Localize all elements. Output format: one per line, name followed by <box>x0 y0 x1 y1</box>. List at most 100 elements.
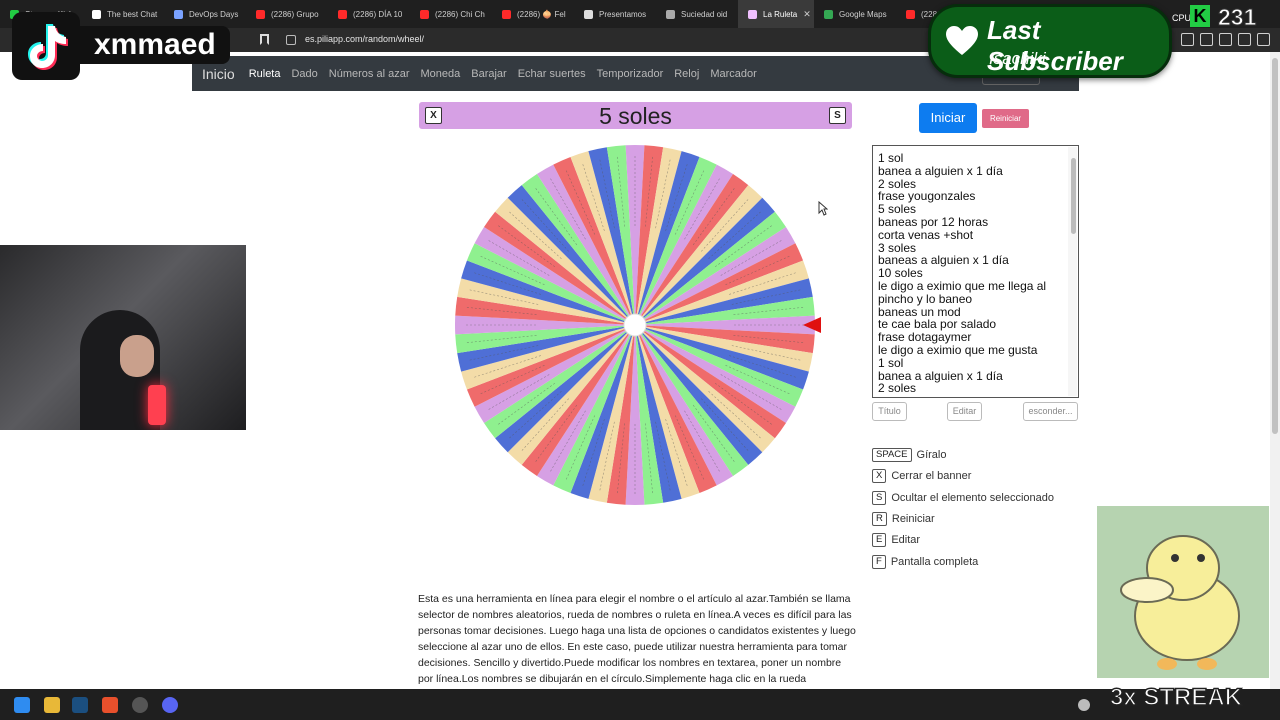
tab-label: Presentamos <box>599 9 647 19</box>
tab-favicon-icon <box>824 9 833 19</box>
brave-icon[interactable] <box>102 697 118 713</box>
cloud-icon[interactable] <box>1078 699 1090 711</box>
list-line: banea a alguien x 1 día <box>878 163 1003 178</box>
close-tab-icon[interactable]: ✕ <box>803 9 811 20</box>
tab-label: (2286) Grupo <box>271 9 319 19</box>
tab-favicon-icon <box>338 9 347 19</box>
wheel-hub[interactable] <box>623 313 647 337</box>
browser-tab[interactable]: Presentamos <box>574 0 656 28</box>
vpn-icon[interactable] <box>1238 33 1251 46</box>
obs-icon[interactable] <box>132 697 148 713</box>
tab-label: (2286) DÍA 10 <box>353 9 403 19</box>
list-line: corta venas +shot <box>878 227 974 242</box>
browser-tab[interactable]: Google Maps <box>814 0 896 28</box>
nav-item[interactable]: Dado <box>291 68 317 80</box>
browser-tab[interactable]: (2286) Grupo <box>246 0 328 28</box>
duck-sticker <box>1097 506 1269 678</box>
shortcut-row: X Cerrar el banner <box>872 469 972 484</box>
tab-favicon-icon <box>666 9 675 19</box>
kick-icon: K <box>1190 5 1210 27</box>
webcam-face <box>120 335 154 377</box>
shortcut-key: E <box>872 533 887 548</box>
hide-button[interactable]: esconder... <box>1023 402 1078 421</box>
nav-items: Ruleta Dado Números al azar Moneda Barajar Ec… <box>249 68 768 80</box>
page-scrollbar[interactable] <box>1270 52 1280 689</box>
tab-favicon-icon <box>584 9 593 19</box>
list-line: 2 soles <box>878 381 917 396</box>
cpu-viewer-overlay: CPU K 231 <box>1172 4 1280 31</box>
windows-start-icon[interactable] <box>14 697 30 713</box>
shortcut-row: R Reiniciar <box>872 511 935 526</box>
shortcut-key: S <box>872 490 887 505</box>
last-subscriber-widget: Last Subscriber Isachiki <box>928 4 1172 78</box>
bookmark-icon[interactable] <box>260 34 269 45</box>
webcam-red-light <box>148 385 166 425</box>
viewer-count: 231 <box>1217 4 1257 31</box>
discord-icon[interactable] <box>162 697 178 713</box>
edit-button[interactable]: Editar <box>947 402 982 421</box>
shortcut-label: Cerrar el banner <box>891 470 972 483</box>
hide-selected-button[interactable]: S <box>829 107 846 124</box>
tiktok-overlay: xmmaed <box>12 12 254 80</box>
mouse-cursor-icon <box>818 201 828 216</box>
shortcut-key: X <box>872 469 887 484</box>
shortcut-label: Ocultar el elemento seleccionado <box>891 491 1054 504</box>
nav-item[interactable]: Marcador <box>710 68 756 80</box>
list-line: 1 sol <box>878 355 904 370</box>
start-button[interactable]: Iniciar <box>919 103 977 133</box>
nav-item[interactable]: Moneda <box>420 68 460 80</box>
site-info-icon[interactable] <box>286 35 296 45</box>
browser-tab[interactable]: (2286) DÍA 10 <box>328 0 410 28</box>
title-button[interactable]: Título <box>872 402 907 421</box>
browser-toolbar-icons <box>1181 33 1270 46</box>
sidebar-icon[interactable] <box>1181 33 1194 46</box>
tab-favicon-icon <box>906 9 915 19</box>
last-subscriber-name: Isachiki <box>989 49 1046 68</box>
shortcut-row: E Editar <box>872 533 921 548</box>
tab-favicon-icon <box>502 9 511 19</box>
url-text[interactable]: es.piliapp.com/random/wheel/ <box>305 34 424 44</box>
shortcut-label: Reiniciar <box>891 512 935 525</box>
nav-item[interactable]: Reloj <box>674 68 699 80</box>
nav-item[interactable]: Barajar <box>471 68 506 80</box>
browser-tab[interactable]: La Ruleta ✕ <box>738 0 814 28</box>
shortcut-label: Gíralo <box>916 449 947 461</box>
reset-button[interactable]: Reiniciar <box>982 109 1029 128</box>
nav-item[interactable]: Temporizador <box>597 68 664 80</box>
cpu-label: CPU <box>1172 13 1192 23</box>
tab-label: (2286) Chi Ch <box>435 9 485 19</box>
list-line: baneas por 12 horas <box>878 214 989 229</box>
tab-label: La Ruleta <box>763 9 798 19</box>
steam-icon[interactable] <box>72 697 88 713</box>
heart-icon <box>946 26 978 55</box>
menu-icon[interactable] <box>1257 33 1270 46</box>
shortcut-key: F <box>872 554 886 569</box>
names-textarea[interactable]: 1 sol banea a alguien x 1 día 2 soles frase… <box>872 145 1079 398</box>
list-line: pincho y lo baneo <box>878 291 973 306</box>
tiktok-username: xmmaed <box>80 26 230 64</box>
list-line: le digo a eximio que me llega al <box>878 278 1047 293</box>
shortcut-key: SPACE <box>872 448 912 462</box>
list-line: 1 sol <box>878 151 904 165</box>
shortcut-row: SPACE Gíralo <box>872 448 946 462</box>
shortcut-row: F Pantalla completa <box>872 554 978 569</box>
tab-label: Suciedad oid <box>681 9 728 19</box>
list-line: le digo a eximio que me gusta <box>878 342 1038 357</box>
wallet-icon[interactable] <box>1200 33 1213 46</box>
webcam-feed <box>0 245 246 430</box>
file-explorer-icon[interactable] <box>44 697 60 713</box>
nav-item[interactable]: Números al azar <box>329 68 410 80</box>
nav-item[interactable]: Echar suertes <box>518 68 586 80</box>
shortcut-key: R <box>872 511 887 526</box>
wheel-container[interactable] <box>455 144 821 506</box>
shortcut-label: Editar <box>891 534 921 547</box>
tiktok-logo-icon <box>12 12 80 80</box>
page-scroll-thumb[interactable] <box>1272 58 1278 434</box>
description-text: Esta es una herramienta en línea para el… <box>418 593 856 685</box>
textarea-scroll-thumb[interactable] <box>1071 158 1076 234</box>
browser-tab[interactable]: (2286) Chi Ch <box>410 0 492 28</box>
leo-icon[interactable] <box>1219 33 1232 46</box>
browser-tab[interactable]: Suciedad oid <box>656 0 738 28</box>
spin-wheel[interactable] <box>455 144 821 506</box>
browser-tab[interactable]: (2286) 🧅 Fel <box>492 0 574 28</box>
